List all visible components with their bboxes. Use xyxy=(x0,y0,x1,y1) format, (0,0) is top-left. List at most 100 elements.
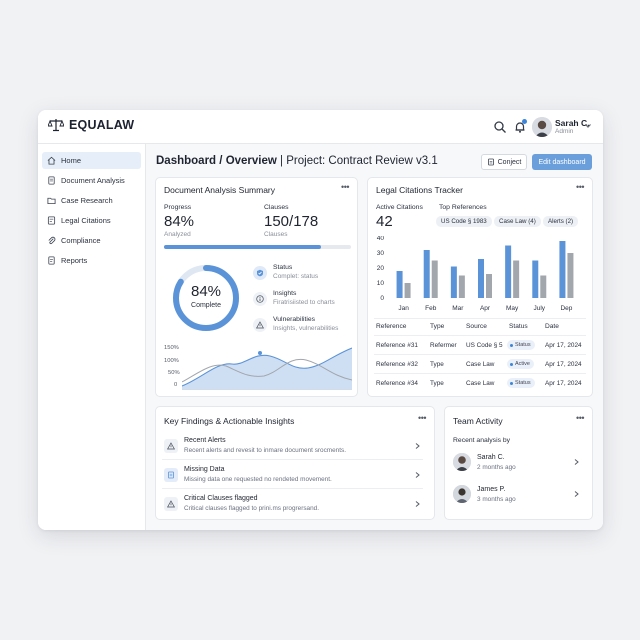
sidebar-item-document-analysis[interactable]: Document Analysis xyxy=(42,172,141,189)
x-tick-label: Jan xyxy=(398,305,409,312)
x-tick-label: Mar xyxy=(452,305,464,312)
y-tick-label: 150% xyxy=(164,345,179,351)
cell-type: Type xyxy=(430,361,444,368)
edit-dashboard-button[interactable]: Edit dashboard xyxy=(532,154,592,170)
avatar[interactable] xyxy=(532,117,552,137)
bar[interactable] xyxy=(431,260,438,299)
clauses-label: Clauses xyxy=(264,204,289,211)
status-desc: Complet: status xyxy=(273,273,319,280)
document-icon xyxy=(164,468,178,482)
divider xyxy=(374,354,586,355)
cell-reference: Reference #34 xyxy=(376,380,418,387)
clauses-value: 150/178 xyxy=(264,213,319,230)
card-title: Team Activity xyxy=(453,416,503,426)
sidebar-item-compliance[interactable]: Compliance xyxy=(42,232,141,249)
bar[interactable] xyxy=(540,275,547,299)
status-title: Status xyxy=(273,264,293,271)
divider xyxy=(374,335,586,336)
bar[interactable] xyxy=(458,275,465,299)
document-icon xyxy=(48,176,55,185)
y-tick-label: 10 xyxy=(377,280,385,287)
team-member[interactable]: James P. 3 months ago xyxy=(453,483,581,509)
folder-icon xyxy=(47,197,56,205)
more-options-icon[interactable]: ••• xyxy=(576,182,584,192)
card-title: Legal Citations Tracker xyxy=(376,185,463,195)
document-icon xyxy=(487,158,494,166)
bar[interactable] xyxy=(423,250,430,298)
list-item[interactable]: Critical Clauses flagged Critical clause… xyxy=(162,490,423,518)
status-desc: Firatrisiisted to charts xyxy=(273,299,335,306)
bar[interactable] xyxy=(505,245,512,299)
search-icon[interactable] xyxy=(493,120,507,134)
sidebar-item-label: Reports xyxy=(61,256,88,265)
top-references-label: Top References xyxy=(439,204,487,211)
bar[interactable] xyxy=(450,266,457,299)
cell-source: Case Law xyxy=(466,361,495,368)
sidebar-item-home[interactable]: Home xyxy=(42,152,141,169)
bar[interactable] xyxy=(567,253,574,298)
reference-tag[interactable]: US Code § 1983 xyxy=(436,216,492,227)
status-badge: Active xyxy=(507,359,534,369)
bar[interactable] xyxy=(478,259,484,298)
chevron-right-icon xyxy=(415,443,420,449)
more-options-icon[interactable]: ••• xyxy=(418,413,426,423)
sidebar: Home Document Analysis Case Research Leg… xyxy=(38,144,146,530)
more-options-icon[interactable]: ••• xyxy=(341,182,349,192)
column-header: Type xyxy=(430,323,445,330)
reference-tag[interactable]: Alerts (2) xyxy=(543,216,579,227)
person-icon xyxy=(532,117,552,137)
status-title: Insights xyxy=(273,290,297,297)
warning-icon xyxy=(164,497,178,511)
sidebar-item-reports[interactable]: Reports xyxy=(42,252,141,269)
scales-icon xyxy=(48,119,64,132)
warning-icon xyxy=(164,439,178,453)
cell-date: Apr 17, 2024 xyxy=(545,380,582,387)
conject-label: Conject xyxy=(497,158,522,166)
list-item[interactable]: Recent Alerts Recent alerts and revesit … xyxy=(162,432,423,460)
home-icon xyxy=(47,156,56,165)
list-item-title: Recent Alerts xyxy=(184,437,226,444)
trend-area-chart xyxy=(182,347,352,390)
app-name: EQUALAW xyxy=(69,118,135,132)
divider xyxy=(374,318,586,319)
conject-button[interactable]: Conject xyxy=(481,154,527,170)
cell-reference: Reference #31 xyxy=(376,342,418,349)
cell-source: US Code § 5 xyxy=(466,342,503,349)
breadcrumb-root[interactable]: Dashboard xyxy=(156,155,216,167)
sidebar-item-label: Legal Citations xyxy=(61,216,111,225)
chevron-right-icon xyxy=(415,501,420,507)
notifications-button[interactable] xyxy=(513,119,527,134)
chevron-right-icon xyxy=(574,459,579,465)
app-logo[interactable]: EQUALAW xyxy=(48,118,134,132)
sidebar-item-label: Home xyxy=(61,156,82,165)
list-item[interactable]: Missing Data Missing data one requested … xyxy=(162,461,423,489)
bar[interactable] xyxy=(532,260,539,299)
bar[interactable] xyxy=(486,274,492,298)
reference-tag[interactable]: Case Law (4) xyxy=(494,216,541,227)
cell-source: Case Law xyxy=(466,380,495,387)
chevron-down-icon[interactable] xyxy=(584,122,592,130)
progress-sub: Analyzed xyxy=(164,231,191,238)
active-citations-label: Active Citations xyxy=(376,204,423,211)
member-time: 3 months ago xyxy=(477,496,516,503)
bar[interactable] xyxy=(404,283,411,298)
main-content: Dashboard / Overview | Project: Contract… xyxy=(146,144,603,530)
citation-icon xyxy=(47,216,56,225)
bar[interactable] xyxy=(396,271,403,298)
status-badge: Status xyxy=(507,340,535,350)
bar[interactable] xyxy=(559,241,566,298)
bar[interactable] xyxy=(513,260,520,299)
sidebar-item-label: Case Research xyxy=(61,196,113,205)
more-options-icon[interactable]: ••• xyxy=(576,413,584,423)
check-shield-icon xyxy=(253,266,267,280)
team-member[interactable]: Sarah C. 2 months ago xyxy=(453,451,581,477)
sidebar-item-case-research[interactable]: Case Research xyxy=(42,192,141,209)
sidebar-item-label: Compliance xyxy=(61,236,101,245)
chevron-right-icon xyxy=(574,491,579,497)
x-tick-label: Apr xyxy=(480,305,491,312)
card-title: Document Analysis Summary xyxy=(164,185,276,195)
list-item-desc: Recent alerts and revesit to inmare docu… xyxy=(184,447,346,454)
sidebar-item-legal-citations[interactable]: Legal Citations xyxy=(42,212,141,229)
progress-bar-fill xyxy=(164,245,322,249)
ring-value: 84% xyxy=(190,283,222,300)
